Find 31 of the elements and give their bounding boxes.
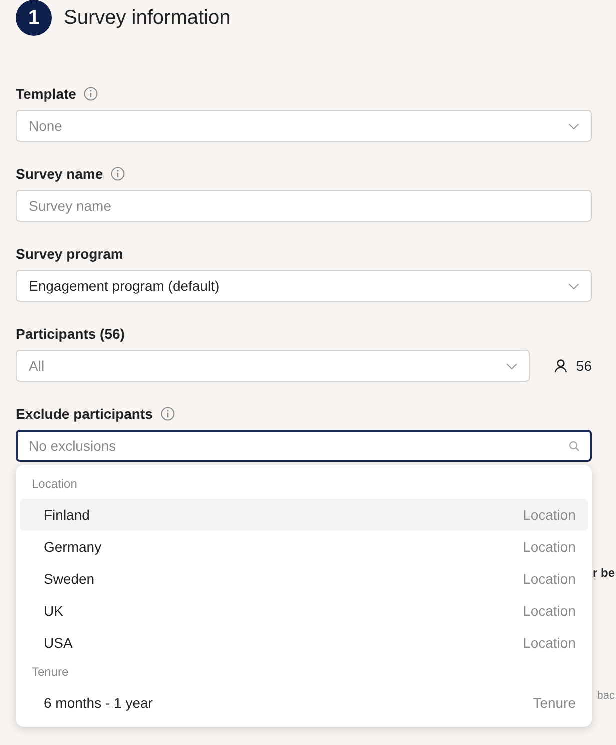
hint-text: bac [597, 690, 615, 702]
chevron-down-icon [568, 282, 580, 290]
chevron-down-icon [568, 122, 580, 130]
search-icon [569, 440, 580, 452]
menu-item[interactable]: Sweden Location [20, 563, 588, 595]
field-label: Survey program [16, 246, 124, 262]
menu-item[interactable]: UK Location [20, 595, 588, 627]
section-title: Survey information [64, 6, 231, 30]
info-icon[interactable] [84, 87, 98, 101]
group-title: Location [31, 476, 78, 493]
person-icon [554, 359, 568, 373]
field-label: Participants (56) [16, 326, 125, 342]
search-field[interactable]: No exclusions [16, 430, 592, 462]
menu-item[interactable]: USA Location [20, 627, 588, 659]
info-icon[interactable] [160, 407, 175, 421]
input-field[interactable]: Survey name [16, 190, 592, 222]
step-number: 1 [16, 0, 52, 36]
select-field[interactable]: None [16, 110, 592, 142]
field-label: Template [16, 86, 76, 102]
select-field[interactable]: Engagement program (default) [16, 270, 592, 302]
menu-item[interactable]: 6 months - 1 year Tenure [20, 687, 588, 719]
select-field[interactable]: All [16, 350, 530, 382]
menu-item[interactable]: Germany Location [20, 531, 588, 563]
group-title: Tenure [31, 664, 70, 681]
info-icon[interactable] [111, 167, 126, 181]
field-label: Survey name [16, 166, 104, 182]
chevron-down-icon [506, 362, 518, 370]
heading-text: r be [592, 566, 615, 580]
menu-item[interactable]: Finland Location [20, 499, 588, 531]
field-label: Exclude participants [16, 406, 153, 422]
participant-count: 56 [576, 358, 592, 374]
